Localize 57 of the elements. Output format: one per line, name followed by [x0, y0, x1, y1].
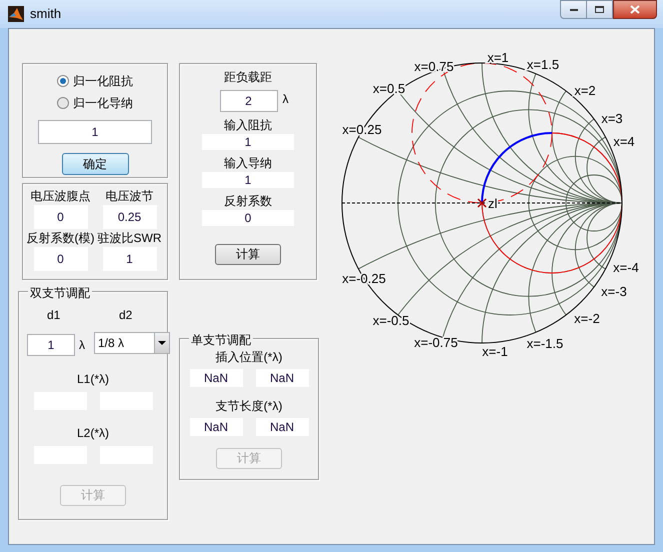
reactance-label: x=2: [574, 83, 596, 98]
panel-title: 双支节调配: [28, 284, 92, 302]
length-label: 支节长度(*λ): [216, 398, 282, 415]
field-label: 反射系数: [224, 193, 272, 210]
reactance-label: x=1.5: [526, 57, 560, 72]
confirm-button[interactable]: 确定: [62, 153, 128, 175]
reactance-label: x=-0.5: [372, 313, 410, 328]
minimize-button[interactable]: [560, 0, 587, 19]
d2-dropdown[interactable]: 1/8 λ: [94, 332, 170, 354]
output-field: 1: [202, 134, 294, 150]
radio-option[interactable]: 归一化导纳: [57, 94, 133, 112]
output-field: 0: [34, 205, 88, 229]
d2-label: d2: [119, 307, 134, 324]
close-button[interactable]: [613, 0, 657, 19]
field-label: 反射系数(模): [26, 230, 94, 247]
radio-option[interactable]: 归一化阻抗: [57, 72, 133, 90]
output-field: 0: [34, 247, 88, 271]
reactance-label: x=-1: [482, 344, 508, 359]
output-field: 0.25: [102, 205, 156, 229]
value-input[interactable]: 1: [38, 120, 152, 144]
position-field: NaN: [256, 369, 308, 387]
output-field: 1: [202, 172, 294, 188]
unit-label: λ: [282, 91, 288, 108]
output-field: 0: [202, 210, 294, 226]
position-label: 插入位置(*λ): [216, 349, 282, 366]
dropdown-arrow-icon: [158, 341, 166, 345]
position-field: NaN: [190, 369, 242, 387]
calculate-button[interactable]: 计算: [215, 244, 281, 264]
output-field: 1: [102, 247, 156, 271]
l2-label: L2(*λ): [76, 425, 109, 442]
unit-label: λ: [79, 337, 85, 354]
d1-input[interactable]: 1: [27, 334, 75, 356]
l1-label: L1(*λ): [76, 371, 109, 388]
field-label: 输入导纳: [224, 155, 272, 172]
length-field: NaN: [190, 418, 242, 436]
field-label: 驻波比SWR: [98, 230, 162, 247]
reactance-label: x=-3: [601, 284, 627, 299]
length-field: NaN: [256, 418, 308, 436]
field-label: 输入阻抗: [224, 117, 272, 134]
app-logo-icon: [8, 6, 24, 22]
panel-title: 单支节调配: [189, 331, 253, 349]
reactance-label: x=-1.5: [526, 336, 564, 351]
reactance-label: x=-4: [613, 260, 639, 275]
reactance-label: x=0.75: [414, 59, 454, 74]
reactance-label: x=-2: [574, 311, 600, 326]
reactance-label: x=4: [613, 134, 635, 149]
reactance-label: x=3: [601, 111, 623, 126]
distance-input[interactable]: 2: [220, 90, 278, 112]
reactance-label: x=-0.75: [414, 335, 458, 350]
d1-label: d1: [47, 307, 62, 324]
window-title: smith: [30, 5, 62, 24]
reactance-label: x=1: [487, 50, 509, 65]
distance-label: 距负载距: [224, 69, 272, 86]
field-label: 电压波腹点: [30, 188, 90, 205]
field-label: 电压波节: [106, 188, 154, 205]
close-icon: [630, 5, 640, 14]
maximize-button[interactable]: [587, 0, 613, 19]
